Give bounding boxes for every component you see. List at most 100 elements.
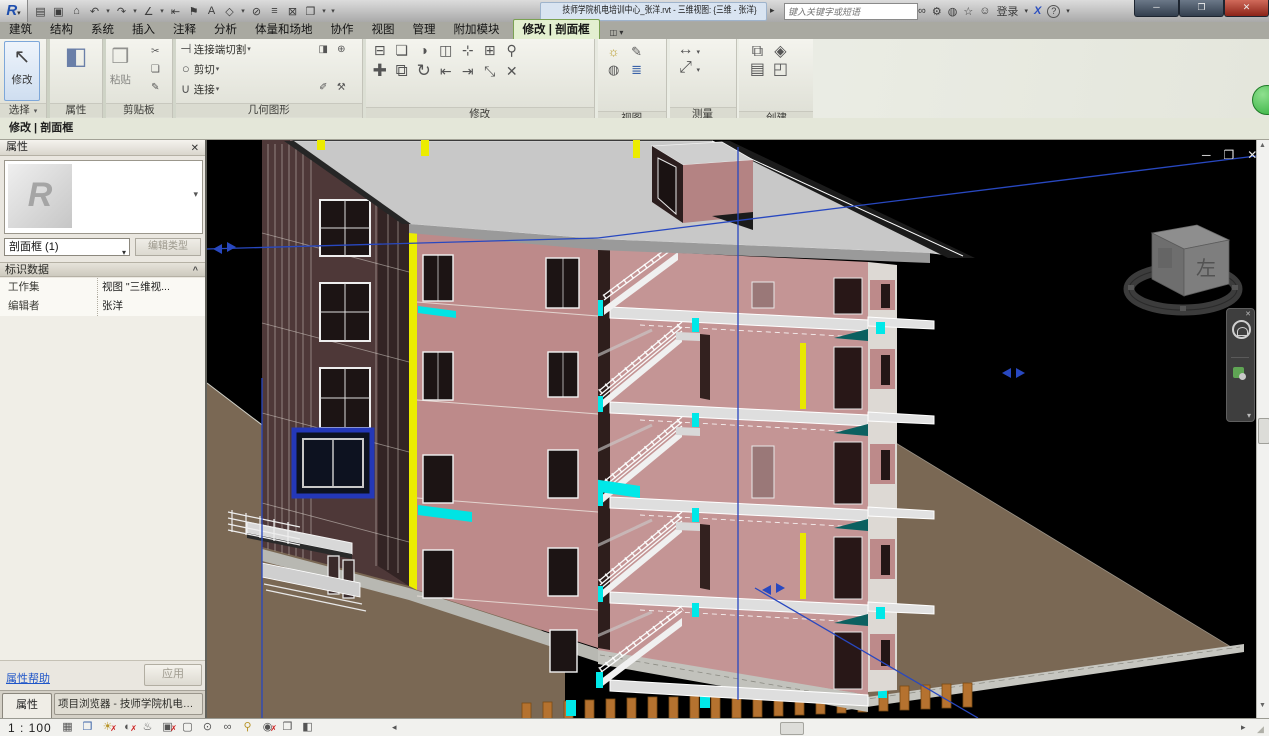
move-icon[interactable]: ✚ <box>370 62 390 83</box>
panel-label-geometry[interactable]: 几何图形 <box>176 103 362 117</box>
3d-view-dropdown-icon[interactable]: ▾ <box>239 7 247 15</box>
paint-icon[interactable]: ✐ <box>316 79 331 97</box>
navbar-close-icon[interactable]: ✕ <box>1245 310 1251 318</box>
open-file-icon[interactable]: ▤ <box>32 5 49 18</box>
shadows-icon[interactable]: ◐✗ <box>120 720 135 735</box>
cut-geometry-button[interactable]: ○剪切▾ <box>176 59 362 79</box>
property-value[interactable]: 张洋 <box>98 297 205 316</box>
tab-manage[interactable]: 管理 <box>404 20 445 39</box>
thin-lines-icon[interactable]: ≡ <box>266 5 283 17</box>
tab-annotate[interactable]: 注释 <box>164 20 205 39</box>
cut-icon[interactable]: ✂ <box>148 43 163 61</box>
switch-windows-icon[interactable]: ❐ <box>302 5 319 18</box>
wall-joins-icon[interactable]: ◨ <box>316 41 331 59</box>
rendering-dialog-icon[interactable]: ♨ <box>140 720 155 735</box>
sun-path-icon[interactable]: ☀✗ <box>100 720 115 735</box>
scroll-up-icon[interactable]: ▲ <box>1259 142 1266 149</box>
rotate-icon[interactable]: ↻ <box>414 62 434 83</box>
hide-elements-icon[interactable]: ☼ <box>604 43 624 61</box>
tab-modify-section-box[interactable]: 修改 | 剖面框 <box>513 19 600 39</box>
undo-icon[interactable]: ↶ <box>86 5 103 18</box>
collapse-chevron-icon[interactable]: ^ <box>193 263 198 277</box>
view-scale[interactable]: 1 : 100 <box>8 721 52 735</box>
minimize-button[interactable]: ─ <box>1134 0 1179 17</box>
detail-level-icon[interactable]: ▦ <box>60 720 75 735</box>
view-restore-icon[interactable]: ❐ <box>1224 148 1235 162</box>
paste-button[interactable]: ❒ 粘贴 <box>110 42 131 87</box>
trim-icon[interactable]: ⇤ <box>436 62 456 83</box>
reveal-hidden-elements-icon[interactable]: ⚲ <box>240 720 255 735</box>
sign-in-label[interactable]: 登录 <box>996 3 1018 19</box>
apply-button[interactable]: 应用 <box>144 664 202 686</box>
measure-dropdown-icon[interactable]: ▾ <box>158 7 166 15</box>
tab-architecture[interactable]: 建筑 <box>0 20 41 39</box>
tab-properties-palette[interactable]: 属性 <box>2 693 52 718</box>
sign-in-caret-icon[interactable]: ▾ <box>1024 7 1028 15</box>
demolish-icon[interactable]: ⚒ <box>334 79 349 97</box>
crop-region-visibility-icon[interactable]: ▢ <box>180 720 195 735</box>
scroll-left-icon[interactable]: ◂ <box>392 722 397 733</box>
properties-help-link[interactable]: 属性帮助 <box>6 670 50 686</box>
copy-tool-icon[interactable]: ⧉ <box>392 62 412 83</box>
tab-insert[interactable]: 插入 <box>123 20 164 39</box>
property-value[interactable]: 视图 "三维视... <box>98 278 205 297</box>
close-hidden-windows-icon[interactable]: ⊠ <box>284 5 301 18</box>
vertical-scroll-thumb[interactable] <box>1258 418 1269 444</box>
3d-view-canvas[interactable]: 左 <box>207 140 1256 718</box>
section-icon[interactable]: ⊘ <box>248 5 265 18</box>
search-binoculars-icon[interactable]: ∞ <box>918 5 926 17</box>
tab-collaborate[interactable]: 协作 <box>322 20 363 39</box>
selected-window[interactable] <box>294 430 372 496</box>
tab-massing-site[interactable]: 体量和场地 <box>246 20 322 39</box>
temporary-view-properties-icon[interactable]: ❐ <box>280 720 295 735</box>
panel-label-select[interactable]: 选择 ▾ <box>0 103 46 117</box>
resize-grip-icon[interactable]: ◢ <box>1257 724 1264 735</box>
tag-icon[interactable]: ⚑ <box>185 5 202 18</box>
properties-palette-button[interactable]: ◧ <box>65 42 88 72</box>
worksharing-display-icon[interactable]: ◉✗ <box>260 720 275 735</box>
help-caret-icon[interactable]: ▾ <box>1066 7 1070 15</box>
analytical-model-icon[interactable]: ◧ <box>300 720 315 735</box>
drawing-area[interactable]: 左 ─ ❐ ✕ ✕ ▾ <box>207 140 1256 718</box>
redo-icon[interactable]: ↷ <box>113 5 130 18</box>
extend-icon[interactable]: ⇥ <box>458 62 478 83</box>
type-selector-caret-icon[interactable]: ▾ <box>193 189 198 200</box>
steering-wheel-icon[interactable] <box>1232 320 1251 339</box>
type-preview-box[interactable]: R ▾ <box>4 160 203 234</box>
create-assembly-icon[interactable]: ▤ <box>747 61 767 79</box>
subscription-center-icon[interactable]: ⚙ <box>932 5 942 18</box>
panel-label-properties[interactable]: 属性 <box>50 103 102 117</box>
offset-icon[interactable]: ❏ <box>392 41 412 62</box>
crop-view-icon[interactable]: ▣✗ <box>160 720 175 735</box>
help-icon[interactable]: ? <box>1047 5 1060 18</box>
copy-icon[interactable]: ❏ <box>148 61 163 79</box>
measure-icon[interactable]: ∠ <box>140 5 157 18</box>
sign-in-user-icon[interactable]: ☺ <box>979 5 990 17</box>
array-icon[interactable]: ⊞ <box>480 41 500 62</box>
navigation-bar[interactable]: ✕ ▾ <box>1226 308 1255 422</box>
mirror-icon[interactable]: ◑ <box>414 41 434 62</box>
customize-qat-dropdown-icon[interactable]: ▾ <box>329 7 337 15</box>
undo-dropdown-icon[interactable]: ▾ <box>104 7 112 15</box>
mirror-axis-icon[interactable]: ◫ <box>436 41 456 62</box>
view-close-icon[interactable]: ✕ <box>1247 148 1256 162</box>
aligned-dimension-icon[interactable]: ⇤ <box>167 5 184 18</box>
ribbon-minimize-icon[interactable]: ◫ ▾ <box>610 28 624 39</box>
create-parts-icon[interactable]: ◰ <box>770 61 790 79</box>
text-icon[interactable]: A <box>203 5 220 17</box>
tab-systems[interactable]: 系统 <box>82 20 123 39</box>
restore-button[interactable]: ❐ <box>1179 0 1224 17</box>
switch-windows-dropdown-icon[interactable]: ▾ <box>320 7 328 15</box>
palette-close-icon[interactable]: ✕ <box>191 141 199 156</box>
identity-data-header[interactable]: 标识数据 ^ <box>0 262 205 277</box>
save-icon[interactable]: ▣ <box>50 5 67 18</box>
viewcube[interactable]: 左 <box>1128 225 1238 311</box>
create-group-icon[interactable]: ⧉ <box>747 43 767 61</box>
view-minimize-icon[interactable]: ─ <box>1202 148 1211 162</box>
scale-icon[interactable]: ⤡ <box>480 62 500 83</box>
tab-addins[interactable]: 附加模块 <box>445 20 509 39</box>
properties-palette-title[interactable]: 属性 ✕ <box>0 140 205 156</box>
vertical-scrollbar[interactable]: ▲ ▼ <box>1256 140 1269 718</box>
horizontal-scroll-thumb[interactable] <box>780 722 804 735</box>
align-icon[interactable]: ⊟ <box>370 41 390 62</box>
